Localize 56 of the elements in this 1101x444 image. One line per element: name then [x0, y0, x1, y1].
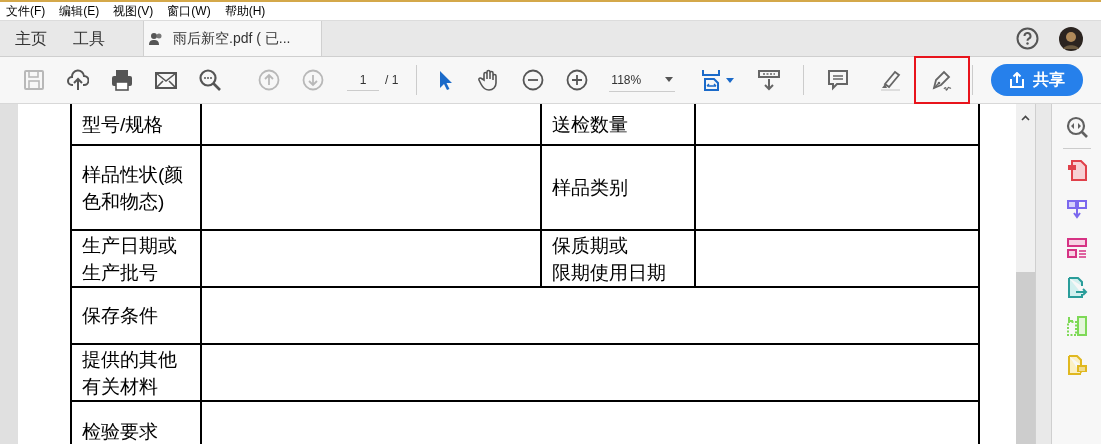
empty-table-cell[interactable] — [201, 230, 541, 287]
empty-table-cell[interactable] — [201, 104, 541, 145]
tab[interactable]: 主页 — [15, 26, 47, 51]
table-cell-text: 限期使用日期 — [552, 260, 667, 285]
empty-table-cell[interactable] — [695, 145, 979, 230]
cloud-upload-icon — [67, 69, 89, 91]
search-icon — [199, 69, 221, 91]
combine-icon[interactable] — [1065, 198, 1088, 220]
table-cell-text: 送检数量 — [552, 112, 629, 137]
table-cell-text: 保质期或 — [552, 233, 629, 258]
table-cell-text: 保存条件 — [82, 304, 159, 328]
highlighter-icon — [879, 69, 902, 91]
menu-item[interactable]: 窗口(W) — [167, 2, 211, 20]
table-cell-text: 型号/规格 — [82, 112, 165, 137]
menu-item[interactable]: 编辑(E) — [59, 2, 100, 20]
table-cell-text: 样品性状(颜色和物态) — [82, 162, 185, 214]
zoom-dropdown[interactable]: 118% — [609, 68, 676, 92]
scroll-thumb[interactable] — [1016, 272, 1035, 444]
table-cell-text: 提供的其他有关材料 — [82, 347, 178, 399]
empty-table-cell[interactable] — [201, 344, 979, 401]
envelope-icon — [155, 69, 177, 91]
fit-page-icon — [700, 69, 723, 91]
people-icon — [149, 32, 163, 45]
pen-icon — [931, 69, 954, 91]
share-icon — [1009, 72, 1025, 88]
table-cell-text: 样品类别 — [552, 176, 629, 200]
zoom-in-icon — [566, 69, 589, 91]
document-tab[interactable]: 雨后新空.pdf ( 已... — [143, 21, 322, 56]
printer-icon — [111, 69, 133, 91]
avatar[interactable] — [1059, 26, 1083, 51]
empty-table-cell[interactable] — [201, 401, 979, 444]
menu-item[interactable]: 文件(F) — [6, 2, 46, 20]
scroll-mode-icon — [758, 69, 781, 91]
empty-table-cell[interactable] — [695, 230, 979, 287]
tab[interactable]: 工具 — [73, 26, 105, 51]
share-button[interactable]: 共享 — [991, 64, 1083, 96]
empty-table-cell[interactable] — [201, 287, 979, 344]
comment-icon — [827, 69, 850, 91]
empty-table-cell[interactable] — [201, 145, 541, 230]
toolbar-button[interactable] — [916, 58, 969, 102]
help-icon[interactable] — [1016, 27, 1039, 50]
caret-icon — [725, 77, 734, 83]
document-arrow-icon[interactable] — [1065, 276, 1088, 298]
zoom-out-icon — [522, 69, 545, 91]
table-cell-text: 生产日期或生产批号 — [82, 233, 178, 285]
page-number-field[interactable]: 1 — [347, 69, 379, 91]
document-icon[interactable] — [1065, 159, 1088, 181]
menu-item[interactable]: 视图(V) — [113, 2, 154, 20]
table-cell-text: 检验要求 — [82, 419, 159, 444]
save-icon — [23, 69, 45, 91]
caret-icon — [665, 77, 674, 82]
empty-table-cell[interactable] — [695, 104, 979, 145]
layout-icon[interactable] — [1065, 237, 1088, 259]
zoom-search-icon[interactable] — [1065, 116, 1088, 138]
menu-item[interactable]: 帮助(H) — [224, 2, 266, 20]
page-count: / 1 — [385, 72, 399, 89]
